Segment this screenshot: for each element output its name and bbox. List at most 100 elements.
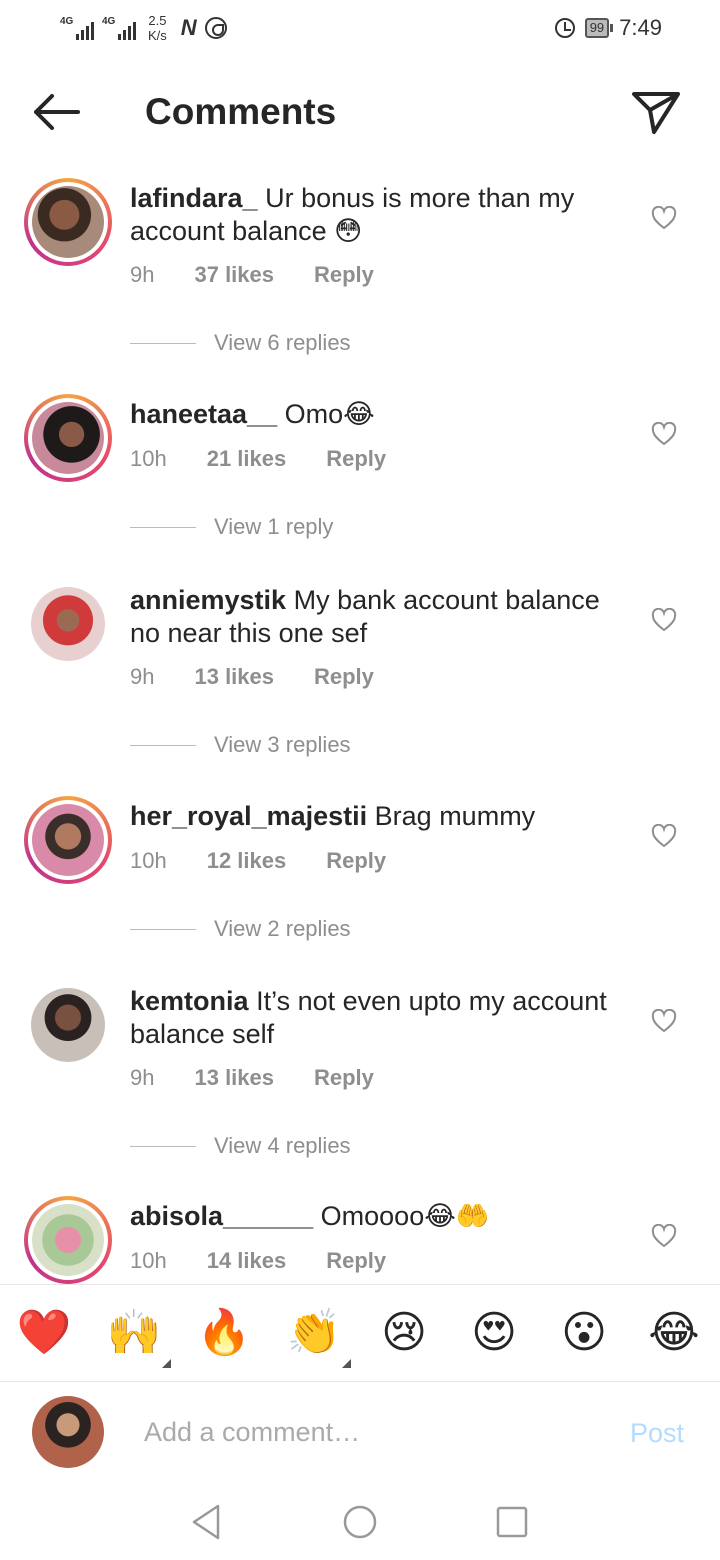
avatar[interactable] [24, 580, 112, 668]
skin-tone-indicator-icon [162, 1359, 171, 1368]
comment-text: kemtonia It’s not even upto my account b… [130, 985, 620, 1051]
comment-time: 10h [130, 446, 167, 471]
comment-meta: 10h 21 likes Reply [130, 446, 386, 472]
battery-icon: 99 [584, 18, 614, 38]
comment-likes[interactable]: 21 likes [207, 446, 287, 472]
back-triangle-icon[interactable] [186, 1502, 226, 1542]
avatar[interactable] [24, 981, 112, 1069]
my-avatar [32, 1396, 104, 1468]
reply-button[interactable]: Reply [326, 1248, 386, 1274]
recents-square-icon[interactable] [492, 1502, 532, 1542]
comment-time: 9h [130, 262, 155, 287]
heart-icon[interactable] [651, 824, 677, 848]
signal-icon: 4G [102, 16, 136, 40]
network-type: 4G [60, 16, 74, 27]
system-nav-bar [0, 1482, 720, 1560]
divider [130, 744, 196, 746]
reply-button[interactable]: Reply [314, 664, 374, 690]
raising-hands-emoji[interactable]: 🙌 [104, 1307, 164, 1359]
comment-username[interactable]: lafindara_ [130, 183, 258, 213]
comment-meta: 9h 37 likes Reply [130, 262, 374, 288]
comment-likes[interactable]: 12 likes [207, 848, 287, 874]
heart-icon[interactable] [651, 608, 677, 632]
comment-username[interactable]: anniemystik [130, 585, 286, 615]
skin-tone-indicator-icon [342, 1359, 351, 1368]
comment-likes[interactable]: 13 likes [194, 664, 274, 690]
comment-text: abisola______ Omoooo😂🤲 [130, 1200, 620, 1233]
comment-username[interactable]: her_royal_majestii [130, 801, 367, 831]
heart-icon[interactable] [651, 1224, 677, 1248]
view-replies-label: View 4 replies [214, 1133, 351, 1158]
divider [130, 1145, 196, 1147]
avatar[interactable] [24, 178, 112, 266]
reply-button[interactable]: Reply [314, 262, 374, 288]
reply-button[interactable]: Reply [314, 1065, 374, 1091]
comment-username[interactable]: abisola______ [130, 1201, 313, 1231]
status-bar: 4G 4G 2.5 K/s N 99 7:49 [0, 0, 720, 56]
view-replies-label: View 2 replies [214, 916, 351, 941]
avatar[interactable] [24, 796, 112, 884]
view-replies-button[interactable]: View 1 reply [130, 514, 333, 540]
comment-composer: Post [0, 1382, 720, 1482]
post-button[interactable]: Post [630, 1418, 684, 1449]
clock: 7:49 [619, 15, 662, 40]
divider [130, 928, 196, 930]
comment-likes[interactable]: 14 likes [207, 1248, 287, 1274]
comment-likes[interactable]: 13 likes [194, 1065, 274, 1091]
back-arrow-icon[interactable] [28, 90, 84, 134]
comment-input[interactable] [144, 1412, 584, 1452]
avatar[interactable] [24, 394, 112, 482]
comment-meta: 10h 12 likes Reply [130, 848, 386, 874]
heart-emoji[interactable]: ❤️ [14, 1307, 74, 1359]
heart-icon[interactable] [651, 1009, 677, 1033]
comment-body: Omoooo😂🤲 [320, 1201, 490, 1231]
send-icon[interactable] [630, 88, 682, 136]
comment-text: haneetaa__ Omo😂 [130, 398, 620, 431]
page-title: Comments [145, 91, 337, 132]
heart-eyes-emoji[interactable]: 😍 [464, 1307, 524, 1359]
signal-icon: 4G [60, 16, 94, 40]
nfc-icon: N [180, 15, 197, 40]
comment-username[interactable]: haneetaa__ [130, 399, 277, 429]
comment-meta: 9h 13 likes Reply [130, 1065, 374, 1091]
home-circle-icon[interactable] [340, 1502, 380, 1542]
comment-body: Brag mummy [374, 801, 536, 831]
divider [130, 342, 196, 344]
header: Comments [0, 70, 720, 156]
surprised-face-emoji[interactable]: 😮 [554, 1307, 614, 1359]
view-replies-button[interactable]: View 2 replies [130, 916, 351, 942]
comment-time: 9h [130, 1065, 155, 1090]
comment-likes[interactable]: 37 likes [194, 262, 274, 288]
comment-text: lafindara_ Ur bonus is more than my acco… [130, 182, 620, 248]
comment-meta: 10h 14 likes Reply [130, 1248, 386, 1274]
avatar[interactable] [24, 1196, 112, 1284]
network-speed: 2.5 K/s [148, 13, 167, 43]
fire-emoji[interactable]: 🔥 [194, 1307, 254, 1359]
comment-meta: 9h 13 likes Reply [130, 664, 374, 690]
reply-button[interactable]: Reply [326, 446, 386, 472]
crying-face-emoji[interactable]: 😢 [374, 1307, 434, 1359]
status-right: 99 7:49 [554, 12, 662, 44]
comment-body: Omo😂 [284, 399, 375, 429]
status-left: 4G 4G 2.5 K/s N [60, 12, 227, 44]
alarm-icon [554, 18, 575, 38]
heart-icon[interactable] [651, 206, 677, 230]
comment-time: 10h [130, 848, 167, 873]
comment-text: anniemystik My bank account balance no n… [130, 584, 620, 650]
view-replies-label: View 3 replies [214, 732, 351, 757]
view-replies-label: View 6 replies [214, 330, 351, 355]
view-replies-button[interactable]: View 4 replies [130, 1133, 351, 1159]
comment-time: 10h [130, 1248, 167, 1273]
reply-button[interactable]: Reply [326, 848, 386, 874]
view-replies-button[interactable]: View 3 replies [130, 732, 351, 758]
view-replies-button[interactable]: View 6 replies [130, 330, 351, 356]
comment-time: 9h [130, 664, 155, 689]
emoji-bar: ❤️ 🙌 🔥 👏 😢 😍 😮 😂 [0, 1284, 720, 1382]
view-replies-label: View 1 reply [214, 514, 334, 539]
heart-icon[interactable] [651, 422, 677, 446]
divider [130, 526, 196, 528]
whatsapp-icon [204, 17, 227, 39]
laughing-tears-emoji[interactable]: 😂 [644, 1307, 704, 1359]
comment-username[interactable]: kemtonia [130, 986, 249, 1016]
clapping-hands-emoji[interactable]: 👏 [284, 1307, 344, 1359]
